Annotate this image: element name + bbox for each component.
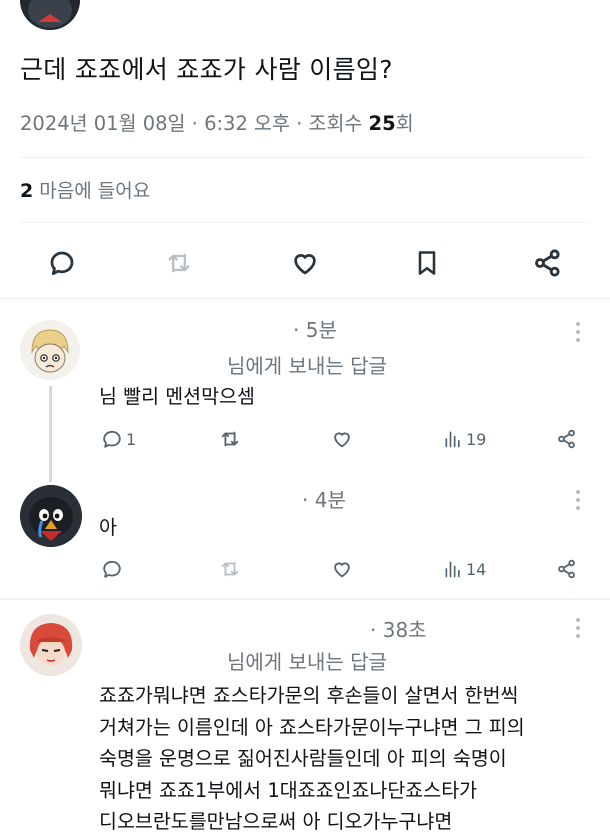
speech-bubble-icon <box>103 560 121 578</box>
reply-to-label: 님에게 보내는 답글 <box>227 354 387 378</box>
reply-button[interactable] <box>47 248 77 278</box>
heart-icon <box>294 254 316 275</box>
likes-label: 마음에 들어요 <box>33 180 151 202</box>
reply-avatar[interactable] <box>20 614 82 676</box>
retweet-icon <box>221 431 239 447</box>
reply-text-line: 숙명을 운명으로 짊어진사람들인데 아 피의 숙명이 <box>99 747 507 770</box>
author-avatar[interactable] <box>20 0 80 30</box>
heart-icon <box>334 432 350 448</box>
reply-comment-button[interactable]: 1 <box>101 428 136 450</box>
speech-bubble-icon <box>50 251 74 275</box>
view-count-unit: 회 <box>395 112 414 135</box>
reply-like-button[interactable] <box>330 428 354 450</box>
more-button[interactable] <box>576 618 580 642</box>
more-vertical-icon <box>576 618 580 638</box>
bookmark-icon <box>418 251 436 275</box>
share-icon <box>558 559 575 579</box>
more-button[interactable] <box>576 490 580 514</box>
tweet-text: 근데 죠죠에서 죠죠가 사람 이름임? <box>20 55 393 84</box>
divider <box>20 157 590 158</box>
share-button[interactable] <box>532 247 564 279</box>
reply-retweet-button[interactable] <box>218 558 242 580</box>
heart-icon <box>334 562 350 578</box>
share-icon <box>535 249 560 277</box>
speech-bubble-icon <box>103 430 121 448</box>
retweet-icon <box>168 253 190 273</box>
reply-text: 아 <box>99 516 117 539</box>
tweet-timestamp: 2024년 01월 08일 · 6:32 오후 · 조회수 <box>20 112 369 135</box>
view-count: 25 <box>368 112 396 135</box>
thread-line <box>49 386 52 482</box>
reply-views-button[interactable]: 19 <box>443 428 486 450</box>
view-count: 19 <box>466 429 487 449</box>
retweet-icon <box>221 561 239 577</box>
likes-summary[interactable]: 2 마음에 들어요 <box>20 176 150 203</box>
avatar-image <box>20 320 80 380</box>
avatar-image <box>20 614 82 676</box>
reply-text-line: 디오브란도를만남으로써 아 디오가누구냐면 <box>99 810 453 832</box>
divider <box>0 298 610 299</box>
like-button[interactable] <box>289 248 321 278</box>
retweet-button[interactable] <box>164 249 194 277</box>
reply-comment-button[interactable] <box>101 558 123 580</box>
comment-count: 1 <box>126 429 137 449</box>
reply-text: 님 빨리 멘션막으셈 <box>99 385 255 408</box>
reply-text: 죠죠가뭐냐면 죠스타가문의 후손들이 살면서 한번씩 거쳐가는 이름인데 아 죠… <box>99 680 525 832</box>
reply-retweet-button[interactable] <box>218 428 242 450</box>
reply-time: · 4분 <box>302 488 346 512</box>
more-vertical-icon <box>576 490 580 510</box>
reply-views-button[interactable]: 14 <box>443 558 486 580</box>
reply-share-button[interactable] <box>555 558 579 580</box>
avatar-image <box>20 0 80 30</box>
likes-count: 2 <box>20 180 34 202</box>
bookmark-button[interactable] <box>413 247 441 279</box>
more-vertical-icon <box>576 322 580 342</box>
divider <box>20 222 590 223</box>
reply-time: · 38초 <box>370 618 427 642</box>
reply-avatar[interactable] <box>20 485 82 547</box>
reply-like-button[interactable] <box>330 558 354 580</box>
reply-text-line: 거쳐가는 이름인데 아 죠스타가문이누구냐면 그 피의 <box>99 715 525 739</box>
reply-to-label: 님에게 보내는 답글 <box>227 650 387 674</box>
more-button[interactable] <box>576 322 580 346</box>
view-count: 14 <box>466 559 487 579</box>
reply-avatar[interactable] <box>20 320 80 380</box>
reply-text-line: 뭐냐면 죠죠1부에서 1대죠죠인죠나단죠스타가 <box>99 778 478 802</box>
reply-text-line: 죠죠가뭐냐면 죠스타가문의 후손들이 살면서 한번씩 <box>99 684 519 707</box>
bar-chart-icon <box>445 431 460 448</box>
divider <box>0 598 610 600</box>
tweet-metadata: 2024년 01월 08일 · 6:32 오후 · 조회수 25회 <box>20 107 414 136</box>
avatar-image <box>20 485 82 547</box>
share-icon <box>558 429 575 449</box>
bar-chart-icon <box>445 561 460 578</box>
reply-share-button[interactable] <box>555 428 579 450</box>
reply-time: · 5분 <box>293 318 337 342</box>
